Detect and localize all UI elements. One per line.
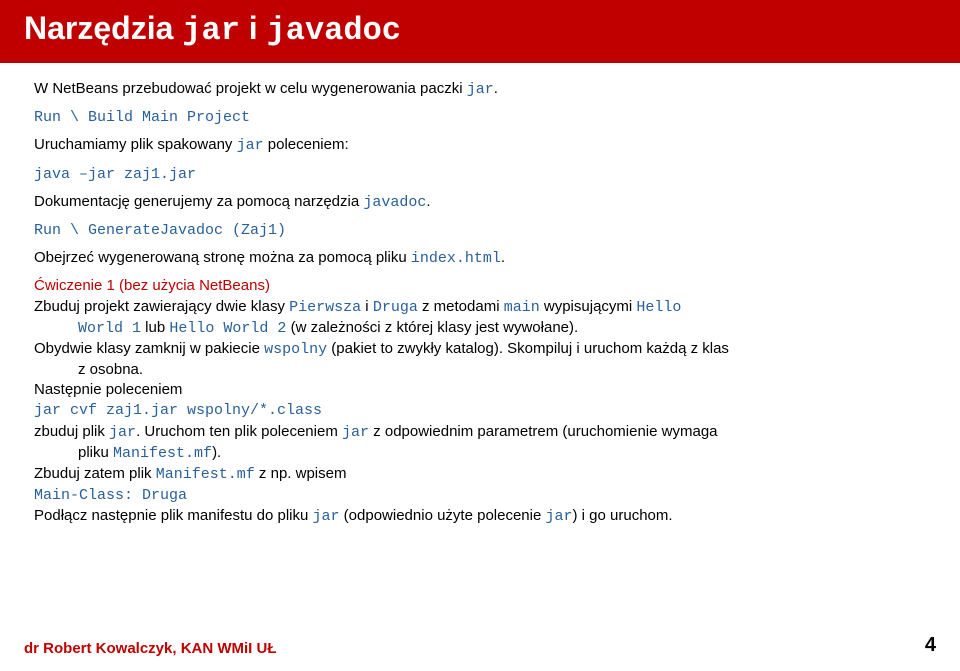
code-pierwsza: Pierwsza [289, 299, 361, 316]
code-jar: jar [342, 424, 369, 441]
code-manifest: Manifest.mf [156, 466, 255, 483]
exercise-line-8: pliku Manifest.mf). [34, 443, 926, 463]
code-manifest: Manifest.mf [113, 445, 212, 462]
paragraph-3: Uruchamiamy plik spakowany jar polecenie… [34, 135, 926, 155]
exercise-line-6: jar cvf zaj1.jar wspolny/*.class [34, 400, 926, 420]
code-jar: jar [313, 508, 340, 525]
code-hello-world2: Hello World 2 [169, 320, 286, 337]
paragraph-7: Obejrzeć wygenerowaną stronę można za po… [34, 248, 926, 268]
code-generate-javadoc: Run \ GenerateJavadoc (Zaj1) [34, 222, 286, 239]
code-jar: jar [546, 508, 573, 525]
title-code-2: javadoc [267, 12, 401, 49]
code-world1: World 1 [78, 320, 141, 337]
code-run-build: Run \ Build Main Project [34, 109, 250, 126]
title-text-1: Narzędzia [24, 10, 182, 46]
exercise-line-4: z osobna. [34, 360, 926, 379]
exercise-line-11: Podłącz następnie plik manifestu do plik… [34, 506, 926, 526]
footer-page-number: 4 [925, 634, 936, 657]
footer-author: dr Robert Kowalczyk, KAN WMiI UŁ [24, 640, 277, 657]
exercise-line-3: Obydwie klasy zamknij w pakiecie wspolny… [34, 339, 926, 359]
code-jar: jar [109, 424, 136, 441]
paragraph-6: Run \ GenerateJavadoc (Zaj1) [34, 220, 926, 240]
code-wspolny: wspolny [264, 341, 327, 358]
slide-title: Narzędzia jar i javadoc [24, 10, 936, 49]
code-hello: Hello [636, 299, 681, 316]
exercise-line-5: Następnie poleceniem [34, 380, 926, 399]
paragraph-5: Dokumentację generujemy za pomocą narzęd… [34, 192, 926, 212]
code-main: main [504, 299, 540, 316]
exercise-line-1: Zbuduj projekt zawierający dwie klasy Pi… [34, 297, 926, 317]
paragraph-2: Run \ Build Main Project [34, 107, 926, 127]
exercise-block: Ćwiczenie 1 (bez użycia NetBeans) Zbuduj… [34, 276, 926, 526]
code-index-html: index.html [411, 250, 501, 267]
paragraph-1: W NetBeans przebudować projekt w celu wy… [34, 79, 926, 99]
slide-header: Narzędzia jar i javadoc [0, 0, 960, 63]
exercise-line-10: Main-Class: Druga [34, 485, 926, 505]
code-java-cmd: java –jar zaj1.jar [34, 166, 196, 183]
code-jar: jar [237, 137, 264, 154]
code-javadoc: javadoc [363, 194, 426, 211]
exercise-line-2: World 1 lub Hello World 2 (w zależności … [34, 318, 926, 338]
code-jar: jar [467, 81, 494, 98]
slide-footer: dr Robert Kowalczyk, KAN WMiI UŁ 4 [24, 634, 936, 657]
code-jar-cvf: jar cvf zaj1.jar wspolny/*.class [34, 402, 322, 419]
title-text-2: i [240, 10, 267, 46]
exercise-line-7: zbuduj plik jar. Uruchom ten plik polece… [34, 422, 926, 442]
exercise-line-9: Zbuduj zatem plik Manifest.mf z np. wpis… [34, 464, 926, 484]
paragraph-4: java –jar zaj1.jar [34, 164, 926, 184]
code-main-class: Main-Class: Druga [34, 487, 187, 504]
title-code-1: jar [182, 12, 240, 49]
slide-content: W NetBeans przebudować projekt w celu wy… [0, 63, 960, 527]
exercise-title: Ćwiczenie 1 (bez użycia NetBeans) [34, 276, 926, 295]
code-druga: Druga [373, 299, 418, 316]
